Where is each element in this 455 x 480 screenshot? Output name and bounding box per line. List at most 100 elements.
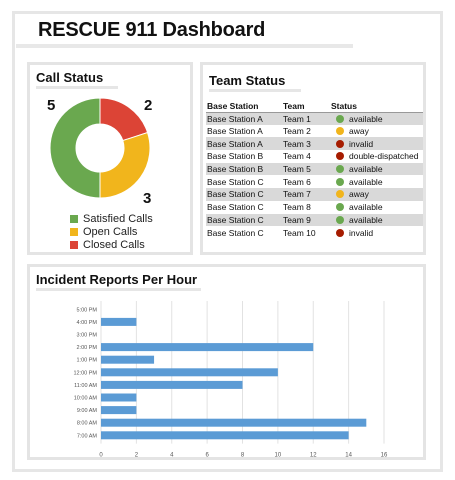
table-row: Base Station B Team 4 double-dispatched bbox=[206, 150, 423, 163]
status-label: available bbox=[349, 176, 383, 187]
bar bbox=[101, 317, 137, 326]
bar bbox=[101, 406, 137, 415]
y-tick-label: 7:00 AM bbox=[77, 433, 98, 439]
legend-swatch-satisfied bbox=[70, 214, 78, 223]
x-tick-label: 10 bbox=[275, 453, 282, 457]
legend-swatch-closed bbox=[70, 240, 78, 249]
status-dot-icon bbox=[336, 215, 344, 224]
table-row: Base Station C Team 8 available bbox=[206, 201, 423, 214]
cell-status: away bbox=[330, 188, 423, 201]
y-tick-label: 1:00 PM bbox=[77, 358, 98, 364]
x-tick-label: 12 bbox=[310, 453, 317, 457]
y-tick-label: 9:00 AM bbox=[77, 408, 98, 414]
cell-base-station: Base Station A bbox=[206, 112, 282, 125]
legend-label-open: Open Calls bbox=[83, 225, 138, 238]
bar bbox=[101, 368, 278, 377]
table-row: Base Station C Team 7 away bbox=[206, 188, 423, 201]
legend-label-satisfied: Satisfied Calls bbox=[83, 212, 153, 225]
status-label: available bbox=[349, 113, 383, 124]
team-status-table: Base Station Team Status Base Station AT… bbox=[206, 100, 423, 239]
cell-team: Team 9 bbox=[282, 213, 330, 227]
status-label: available bbox=[349, 164, 383, 175]
bar bbox=[101, 418, 367, 427]
table-row: Base Station A Team 3 invalid bbox=[206, 137, 423, 151]
table-row: Base Station A Team 2 away bbox=[206, 125, 423, 138]
bar bbox=[101, 431, 349, 440]
page-title: RESCUE 911 Dashboard bbox=[38, 19, 266, 41]
column-header-status: Status bbox=[330, 100, 423, 113]
status-dot-icon bbox=[336, 228, 344, 237]
cell-base-station: Base Station C bbox=[207, 202, 264, 213]
cell-status: double-dispatched bbox=[330, 150, 423, 163]
x-tick-label: 16 bbox=[381, 453, 388, 457]
call-status-legend: Satisfied Calls Open Calls Closed Calls bbox=[70, 212, 153, 251]
x-tick-label: 0 bbox=[99, 453, 103, 457]
cell-team: Team 10 bbox=[283, 227, 316, 238]
status-label: away bbox=[349, 189, 369, 200]
y-tick-label: 3:00 PM bbox=[77, 333, 98, 339]
status-label: available bbox=[349, 202, 383, 213]
team-status-title: Team Status bbox=[209, 73, 286, 88]
status-dot-icon bbox=[336, 177, 344, 186]
cell-status: available bbox=[330, 112, 423, 125]
x-tick-label: 2 bbox=[135, 453, 139, 457]
table-row: Base Station A Team 1 available bbox=[206, 112, 423, 125]
cell-team: Team 1 bbox=[282, 112, 330, 125]
donut-label-satisfied: 5 bbox=[47, 97, 55, 114]
cell-status: invalid bbox=[330, 137, 423, 151]
status-label: away bbox=[349, 126, 369, 137]
donut-label-closed: 2 bbox=[144, 97, 152, 114]
y-tick-label: 2:00 PM bbox=[77, 345, 98, 351]
status-dot-icon bbox=[336, 114, 344, 123]
x-tick-label: 8 bbox=[241, 453, 245, 457]
donut-slice-satisfied bbox=[49, 97, 101, 199]
cell-base-station: Base Station B bbox=[207, 151, 264, 162]
cell-team: Team 3 bbox=[282, 137, 330, 151]
legend-item-satisfied: Satisfied Calls bbox=[70, 212, 153, 225]
team-status-title-rule bbox=[209, 89, 301, 92]
bar bbox=[101, 355, 155, 364]
y-tick-label: 4:00 PM bbox=[77, 320, 98, 326]
legend-label-closed: Closed Calls bbox=[83, 238, 145, 251]
x-tick-label: 6 bbox=[205, 453, 209, 457]
column-header-base-station: Base Station bbox=[206, 100, 282, 113]
cell-base-station: Base Station C bbox=[207, 176, 264, 187]
x-tick-label: 4 bbox=[170, 453, 174, 457]
cell-status: invalid bbox=[330, 226, 423, 239]
cell-status: available bbox=[330, 201, 423, 214]
call-status-donut-chart: 5 3 2 bbox=[47, 97, 152, 207]
status-dot-icon bbox=[336, 152, 344, 161]
incident-reports-title: Incident Reports Per Hour bbox=[36, 272, 198, 287]
table-row: Base Station B Team 5 available bbox=[206, 162, 423, 176]
y-tick-label: 8:00 AM bbox=[77, 421, 98, 427]
cell-base-station: Base Station A bbox=[206, 137, 282, 151]
donut-slice-closed bbox=[99, 97, 149, 142]
table-row: Base Station C Team 10 invalid bbox=[206, 226, 423, 239]
bar bbox=[101, 343, 314, 352]
status-dot-icon bbox=[336, 190, 344, 199]
cell-team: Team 8 bbox=[283, 202, 311, 213]
column-header-team: Team bbox=[282, 100, 330, 113]
cell-base-station: Base Station C bbox=[206, 213, 282, 227]
team-status-header-row: Base Station Team Status bbox=[206, 100, 423, 113]
cell-status: away bbox=[330, 125, 423, 138]
donut-label-open: 3 bbox=[143, 190, 151, 207]
cell-status: available bbox=[330, 213, 423, 227]
donut-slice-open bbox=[99, 131, 151, 199]
cell-team: Team 4 bbox=[283, 151, 311, 162]
bar bbox=[101, 393, 137, 402]
cell-status: available bbox=[330, 162, 423, 176]
x-tick-label: 14 bbox=[345, 453, 352, 457]
cell-team: Team 5 bbox=[282, 162, 330, 176]
call-status-title-rule bbox=[36, 86, 118, 89]
status-dot-icon bbox=[336, 203, 344, 212]
incident-reports-title-rule bbox=[36, 288, 201, 291]
legend-item-open: Open Calls bbox=[70, 225, 153, 238]
status-dot-icon bbox=[336, 127, 344, 136]
team-status-rows: Base Station A Team 1 available Base Statio… bbox=[206, 112, 423, 239]
y-tick-label: 5:00 PM bbox=[77, 307, 98, 313]
table-row: Base Station C Team 9 available bbox=[206, 213, 423, 227]
cell-team: Team 6 bbox=[283, 176, 311, 187]
legend-swatch-open bbox=[70, 227, 78, 236]
incident-reports-bar-chart: 0 2 4 6 8 10 12 14 16 5:00 PM 4:00 PM 3:00 PM 2:00 P… bbox=[73, 301, 388, 457]
